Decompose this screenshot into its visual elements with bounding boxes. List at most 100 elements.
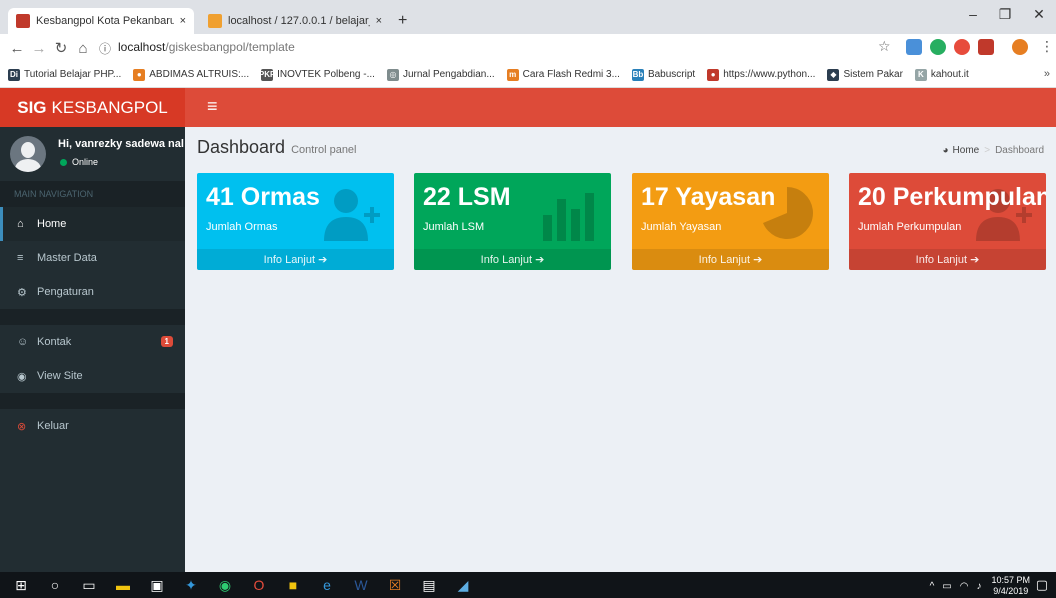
info-lanjut-link[interactable]: Info Lanjut ➔ — [197, 249, 394, 270]
bookmark-item[interactable]: Kkahout.it — [914, 68, 969, 81]
bookmark-item[interactable]: ◎ Jurnal Pengabdian... — [386, 68, 495, 81]
search-icon[interactable]: ○ — [44, 576, 66, 594]
forward-arrow-icon[interactable]: → — [28, 40, 50, 57]
xampp-icon[interactable]: ☒ — [384, 576, 406, 594]
bookmark-label: Babuscript — [647, 69, 696, 80]
more-bookmarks-icon[interactable]: » — [1044, 68, 1050, 80]
opera-extension-icon[interactable] — [954, 39, 970, 55]
bookmark-favicon-icon: K — [914, 68, 927, 81]
new-tab-button[interactable]: + — [398, 12, 407, 30]
box-number: 41 Ormas — [206, 183, 320, 211]
word-icon[interactable]: W — [350, 576, 372, 594]
box-description: Jumlah Ormas — [206, 221, 278, 233]
sidebar-item-kontak[interactable]: ☺ Kontak 1 — [0, 325, 185, 359]
bookmark-item[interactable]: ● ABDIMAS ALTRUIS:... — [133, 68, 249, 81]
sidebar-divider — [0, 393, 185, 409]
opera-icon[interactable]: O — [248, 576, 270, 594]
sidebar-item-pengaturan[interactable]: ⚙ Pengaturan — [0, 275, 185, 309]
system-tray: ^ ▭ ◠ ♪ 10:57 PM 9/4/2019 — [930, 575, 1030, 597]
url-path: /giskesbangpol/template — [165, 40, 295, 54]
box-description: Jumlah LSM — [423, 221, 485, 233]
bookmark-favicon-icon: m — [506, 68, 519, 81]
app-icon[interactable]: ✦ — [180, 576, 202, 594]
file-explorer-icon[interactable]: ▬ — [112, 576, 134, 594]
close-tab-icon[interactable]: × — [180, 15, 186, 27]
bar-chart-icon — [543, 193, 594, 241]
bookmark-item[interactable]: PKP INOVTEK Polbeng -... — [258, 68, 375, 81]
chevron-up-icon[interactable]: ^ — [930, 581, 935, 592]
extension-icon[interactable] — [906, 39, 922, 55]
sidebar-toggle-icon[interactable]: ≡ — [207, 96, 218, 117]
page-title: Dashboard — [197, 137, 286, 157]
sidebar-item-home[interactable]: ⌂ Home — [0, 207, 185, 241]
url-bar[interactable]: localhost/giskesbangpol/template — [118, 40, 295, 54]
clock[interactable]: 10:57 PM 9/4/2019 — [991, 575, 1030, 597]
box-number: 17 Yayasan — [641, 183, 776, 211]
gear-icon: ⚙ — [17, 286, 27, 299]
bookmark-favicon-icon: Bb — [631, 68, 644, 81]
main-header: SIG KESBANGPOL ≡ — [0, 88, 1056, 127]
task-view-icon[interactable]: ▭ — [78, 576, 100, 594]
url-host: localhost — [118, 40, 166, 54]
user-panel: Hi, vanrezky sadewa nal Online — [0, 127, 185, 181]
extension-icon[interactable] — [930, 39, 946, 55]
bookmark-item[interactable]: ◆ Sistem Pakar — [827, 68, 903, 81]
bookmark-label: kahout.it — [930, 69, 969, 80]
sidebar-item-master-data[interactable]: ≡ Master Data — [0, 241, 185, 275]
breadcrumb-home-link[interactable]: Home — [953, 145, 980, 156]
volume-icon[interactable]: ♪ — [976, 581, 981, 592]
bookmark-label: https://www.python... — [723, 69, 816, 80]
app-logo[interactable]: SIG KESBANGPOL — [0, 88, 185, 127]
info-lanjut-link[interactable]: Info Lanjut ➔ — [632, 249, 829, 270]
browser-tab-phpmyadmin[interactable]: localhost / 127.0.0.1 / belajar_sk × — [200, 8, 390, 34]
browser-tab-bar: Kesbangpol Kota Pekanbaru | Da × localho… — [0, 0, 1056, 34]
home-icon[interactable]: ⌂ — [72, 40, 94, 57]
status-text: Online — [72, 157, 99, 167]
bookmark-label: INOVTEK Polbeng -... — [277, 69, 375, 80]
bookmark-label: Jurnal Pengabdian... — [402, 69, 495, 80]
wifi-icon[interactable]: ◠ — [960, 581, 969, 592]
bookmark-star-icon[interactable]: ☆ — [878, 38, 891, 55]
windows-start-icon[interactable]: ⊞ — [10, 576, 32, 594]
logout-icon: ⊗ — [17, 420, 27, 433]
browser-tab-kesbangpol[interactable]: Kesbangpol Kota Pekanbaru | Da × — [8, 8, 194, 34]
bookmark-favicon-icon: ◎ — [386, 68, 399, 81]
bookmark-label: Tutorial Belajar PHP... — [24, 69, 122, 80]
dashboard-icon: ◕ — [942, 145, 949, 156]
info-lanjut-link[interactable]: Info Lanjut ➔ — [414, 249, 611, 270]
app-icon[interactable]: ◢ — [452, 576, 474, 594]
info-box-lsm: 22 LSM Jumlah LSM Info Lanjut ➔ — [414, 173, 611, 270]
sidebar-item-label: Kontak — [37, 336, 72, 348]
profile-avatar-icon[interactable] — [1012, 39, 1028, 55]
bookmark-label: Sistem Pakar — [843, 69, 903, 80]
app-icon[interactable]: ▤ — [418, 576, 440, 594]
tab-title: localhost / 127.0.0.1 / belajar_sk — [228, 15, 370, 27]
restore-button[interactable]: ❐ — [990, 6, 1020, 23]
extension-icon[interactable] — [978, 39, 994, 55]
window-close-button[interactable]: ✕ — [1024, 6, 1054, 23]
clock-date: 9/4/2019 — [993, 586, 1029, 596]
bookmark-item[interactable]: Bb Babuscript — [631, 68, 696, 81]
bookmark-favicon-icon: ● — [133, 68, 146, 81]
bookmark-item[interactable]: ● https://www.python... — [707, 68, 816, 81]
sidebar-divider — [0, 309, 185, 325]
back-arrow-icon[interactable]: ← — [6, 40, 28, 57]
sidebar-item-keluar[interactable]: ⊗ Keluar — [0, 409, 185, 443]
chrome-icon[interactable]: ◉ — [214, 576, 236, 594]
close-tab-icon[interactable]: × — [376, 15, 382, 27]
bookmark-favicon-icon: PKP — [258, 68, 276, 81]
browser-menu-icon[interactable]: ⋮ — [1040, 38, 1054, 55]
notifications-icon[interactable]: ▢ — [1036, 577, 1048, 593]
sticky-notes-icon[interactable]: ■ — [282, 576, 304, 594]
sidebar-item-view-site[interactable]: ◉ View Site — [0, 359, 185, 393]
edge-icon[interactable]: e — [316, 576, 338, 594]
box-number: 22 LSM — [423, 183, 511, 211]
bookmark-item[interactable]: Di Tutorial Belajar PHP... — [8, 68, 122, 81]
bookmark-item[interactable]: m Cara Flash Redmi 3... — [506, 68, 620, 81]
store-icon[interactable]: ▣ — [146, 576, 168, 594]
battery-icon[interactable]: ▭ — [942, 581, 951, 592]
reload-icon[interactable]: ↻ — [50, 39, 72, 57]
minimize-button[interactable]: – — [958, 6, 988, 22]
windows-taskbar: ⊞ ○ ▭ ▬ ▣ ✦ ◉ O ■ e W ☒ ▤ ◢ — [0, 572, 1056, 598]
info-lanjut-link[interactable]: Info Lanjut ➔ — [849, 249, 1046, 270]
